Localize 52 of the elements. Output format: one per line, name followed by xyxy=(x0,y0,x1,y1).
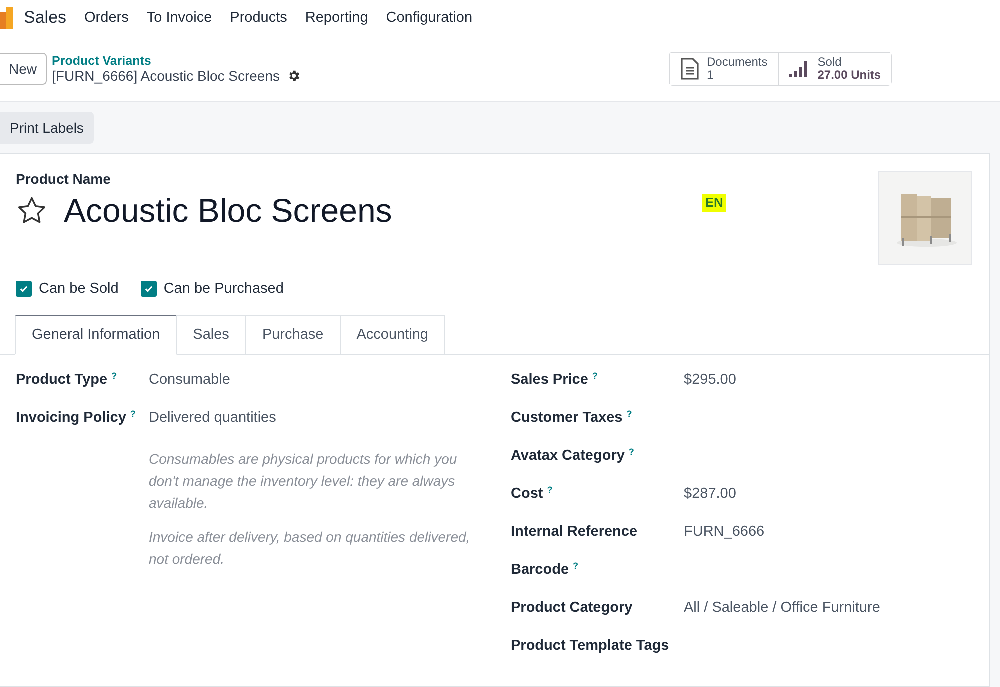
field-value[interactable]: All / Saleable / Office Furniture xyxy=(684,600,880,616)
field-label: Sales Price xyxy=(511,372,588,388)
field-label: Cost xyxy=(511,486,544,502)
field-label: Customer Taxes xyxy=(511,410,623,426)
checkbox-label[interactable]: Can be Purchased xyxy=(164,281,284,297)
field-value[interactable]: $295.00 xyxy=(684,372,736,388)
checkbox-label[interactable]: Can be Sold xyxy=(39,281,119,297)
app-name[interactable]: Sales xyxy=(24,8,67,28)
breadcrumb-link[interactable]: Product Variants xyxy=(52,54,302,68)
field-label: Product Category xyxy=(511,600,633,616)
help-mark[interactable]: ? xyxy=(130,410,136,419)
tab[interactable]: Sales xyxy=(177,315,246,355)
tab[interactable]: Purchase xyxy=(246,315,341,355)
help-text: Consumables are physical products for which you don't manage the inventory level: they are always available. xyxy=(149,450,458,513)
help-mark[interactable]: ? xyxy=(547,486,553,495)
field-label: Product Name xyxy=(16,171,112,187)
documents-button[interactable]: Documents 1 xyxy=(670,52,779,84)
help-mark[interactable]: ? xyxy=(628,448,634,457)
document-icon xyxy=(680,58,700,80)
product-name[interactable]: Acoustic Bloc Screens xyxy=(64,192,392,230)
help-mark[interactable]: ? xyxy=(573,562,579,571)
record-title: [FURN_6666] Acoustic Bloc Screens xyxy=(52,68,280,84)
print-labels-button[interactable]: Print Labels xyxy=(0,112,94,144)
help-text: Invoice after delivery, based on quantities delivered, not ordered. xyxy=(149,528,472,569)
menu-item[interactable]: Configuration xyxy=(386,10,473,26)
language-badge[interactable]: EN xyxy=(702,194,726,212)
menu-item[interactable]: Orders xyxy=(84,10,129,26)
field-value[interactable]: Delivered quantities xyxy=(149,410,276,426)
menu-item[interactable]: Products xyxy=(230,10,288,26)
checkmark-icon xyxy=(144,284,154,294)
app-logo-icon[interactable] xyxy=(0,7,14,29)
new-button[interactable]: New xyxy=(0,52,48,84)
field-value[interactable]: FURN_6666 xyxy=(684,524,765,540)
help-mark[interactable]: ? xyxy=(626,410,632,419)
field-label: Product Template Tags xyxy=(511,638,670,654)
field-label: Internal Reference xyxy=(511,524,638,540)
menu-item[interactable]: Reporting xyxy=(305,10,368,26)
menu-item[interactable]: To Invoice xyxy=(146,10,212,26)
field-label: Invoicing Policy xyxy=(16,410,126,426)
field-value[interactable]: Consumable xyxy=(149,372,230,388)
field-label: Avatax Category xyxy=(511,448,625,464)
tab[interactable]: Accounting xyxy=(340,315,446,355)
settings-icon[interactable] xyxy=(287,68,302,82)
tab[interactable]: General Information xyxy=(15,315,178,355)
checkmark-icon xyxy=(19,284,29,294)
help-mark[interactable]: ? xyxy=(592,372,598,381)
field-label: Barcode xyxy=(511,562,570,578)
checkbox[interactable] xyxy=(140,281,157,297)
field-value[interactable]: $287.00 xyxy=(684,486,736,502)
field-label: Product Type xyxy=(16,372,108,388)
checkbox[interactable] xyxy=(16,281,32,297)
help-mark[interactable]: ? xyxy=(112,372,118,381)
